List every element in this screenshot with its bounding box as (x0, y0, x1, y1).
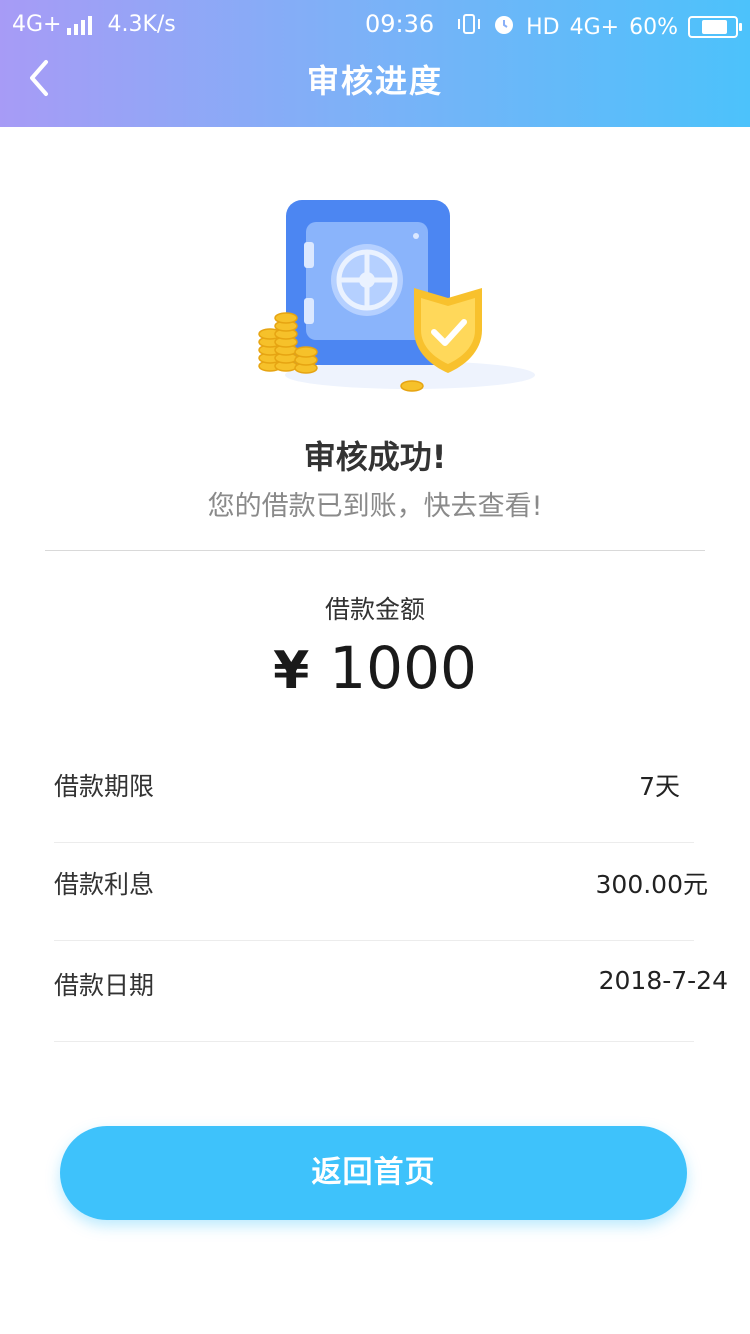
hd-label: HD (526, 14, 560, 40)
detail-value: 7天 (639, 772, 680, 801)
status-bar: 4G+ 4.3K/s 09:36 HD 4G+ 60% (0, 0, 750, 50)
detail-label: 借款利息 (54, 870, 155, 899)
network-speed: 4.3K/s (107, 12, 176, 37)
amount-display: ¥1000 (0, 634, 750, 702)
return-home-button[interactable]: 返回首页 (60, 1126, 687, 1220)
divider (45, 550, 705, 551)
network-type-right: 4G+ (569, 14, 620, 40)
battery-icon (688, 16, 742, 38)
battery-percent: 60% (629, 14, 678, 40)
header-bar: 4G+ 4.3K/s 09:36 HD 4G+ 60% 审核进度 (0, 0, 750, 127)
detail-row-term: 借款期限 7天 (54, 742, 694, 843)
alarm-icon (492, 12, 516, 42)
detail-row-date: 借款日期 2018-7-24 (54, 941, 728, 1042)
detail-label: 借款期限 (54, 772, 155, 801)
detail-label: 借款日期 (54, 971, 155, 1000)
vibrate-icon (456, 13, 482, 41)
detail-value: 2018-7-24 (598, 966, 728, 995)
signal-icon (67, 15, 95, 35)
result-subtitle: 您的借款已到账，快去查看! (207, 491, 543, 522)
amount-value: 1000 (329, 634, 477, 702)
safe-illustration (250, 190, 540, 410)
detail-row-interest: 借款利息 300.00元 (54, 840, 708, 941)
result-title: 审核成功! (303, 438, 447, 476)
page-title: 审核进度 (306, 62, 443, 100)
detail-value: 300.00元 (595, 870, 708, 899)
status-time: 09:36 (365, 10, 435, 38)
amount-label: 借款金额 (324, 595, 425, 624)
currency-symbol: ¥ (273, 641, 310, 701)
network-type-left: 4G+ (12, 12, 62, 37)
